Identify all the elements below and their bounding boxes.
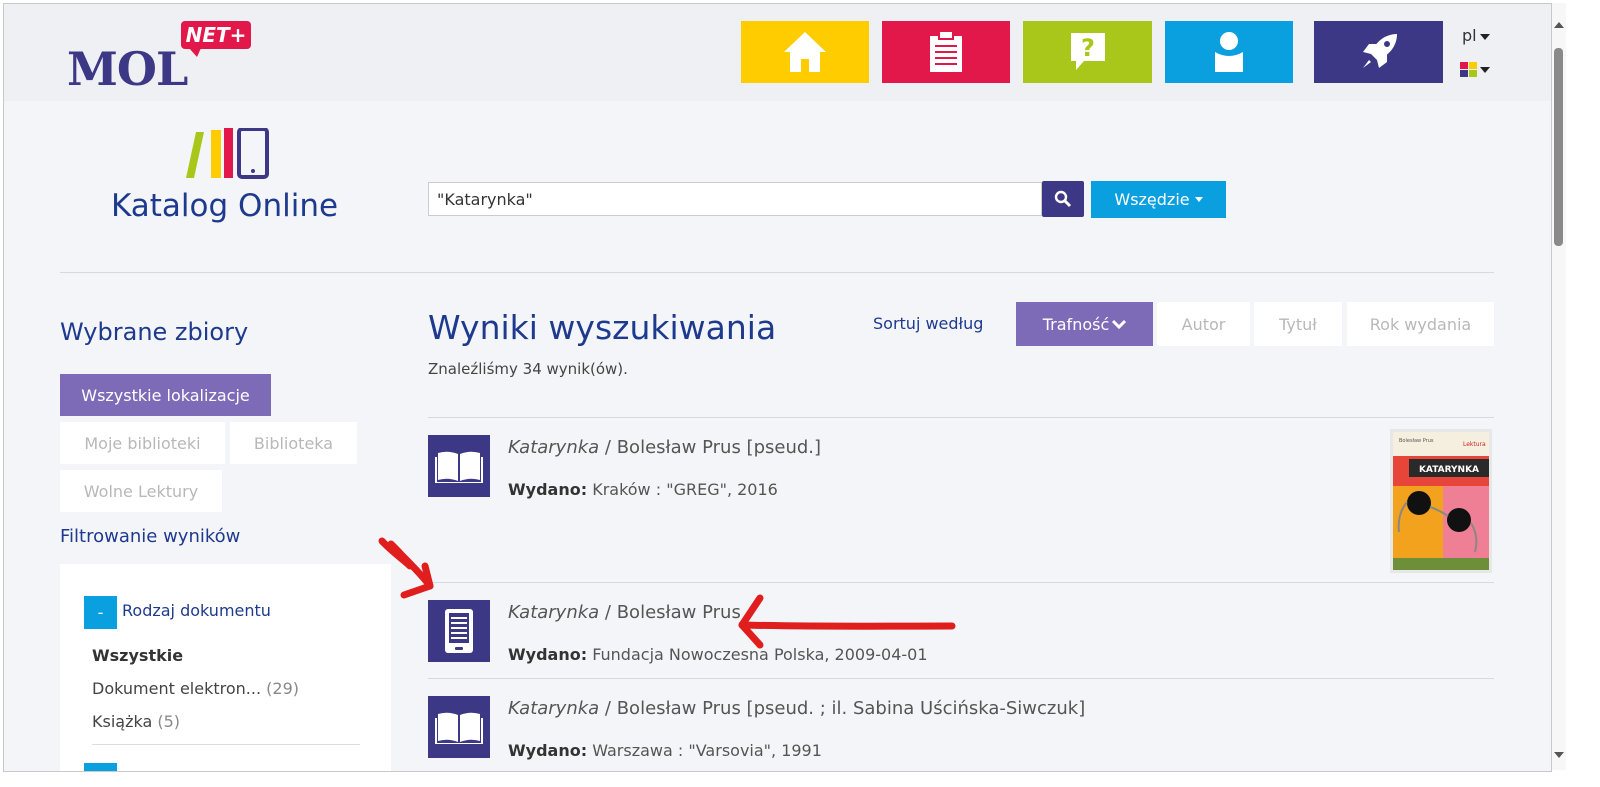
result-published: Wydano: Kraków : "GREG", 2016	[508, 480, 778, 499]
language-label: pl	[1462, 26, 1477, 45]
mol-net-badge: NET+	[181, 21, 251, 57]
sort-year-button[interactable]: Rok wydania	[1347, 302, 1494, 346]
result-published: Wydano: Warszawa : "Varsovia", 1991	[508, 741, 822, 760]
facet-all[interactable]: Wszystkie	[92, 646, 183, 665]
mol-logo[interactable]: MOL	[67, 42, 188, 96]
free-readings-button[interactable]: Wolne Lektury	[60, 470, 222, 512]
results-title: Wyniki wyszukiwania	[428, 308, 777, 347]
facet-label: Wszystkie	[92, 646, 184, 665]
result-type-book[interactable]	[428, 435, 490, 497]
search-input[interactable]	[428, 182, 1042, 216]
divider	[92, 744, 360, 745]
library-button[interactable]: Biblioteka	[230, 422, 357, 464]
my-libraries-button[interactable]: Moje biblioteki	[60, 422, 225, 464]
home-icon	[784, 32, 826, 72]
result-title-link[interactable]: Katarynka / Bolesław Prus [pseud.]	[508, 437, 821, 458]
result-type-book[interactable]	[428, 696, 490, 758]
ebook-reader-icon	[445, 609, 473, 653]
scrollbar-thumb[interactable]	[1554, 48, 1563, 246]
facet-label: Dokument elektron...	[92, 679, 262, 698]
published-value: Fundacja Nowoczesna Polska, 2009-04-01	[587, 645, 928, 664]
search-button[interactable]	[1042, 181, 1084, 217]
book-cover-image[interactable]: Bolesław Prus Lektura KATARYNKA	[1390, 429, 1492, 573]
chevron-down-icon	[1479, 33, 1490, 40]
search-icon	[1054, 190, 1072, 208]
facet-label: Książka	[92, 712, 153, 731]
facet-count: (29)	[266, 679, 299, 698]
cover-series: Lektura	[1463, 441, 1486, 448]
svg-text:?: ?	[1081, 34, 1095, 62]
user-icon	[1215, 32, 1243, 72]
divider	[428, 678, 1494, 679]
catalog-title: Katalog Online	[111, 188, 339, 224]
result-published: Wydano: Fundacja Nowoczesna Polska, 2009…	[508, 645, 928, 664]
reservations-button[interactable]	[882, 21, 1010, 83]
sort-relevance-label: Trafność	[1042, 314, 1110, 334]
result-author: / Bolesław Prus [pseud.]	[599, 437, 822, 458]
result-type-ebook[interactable]	[428, 600, 490, 662]
search-scope-label: Wszędzie	[1114, 190, 1190, 209]
result-title-link[interactable]: Katarynka / Bolesław Prus	[508, 602, 741, 623]
facet-book[interactable]: Książka (5)	[92, 712, 180, 731]
sort-author-button[interactable]: Autor	[1157, 302, 1250, 346]
cover-title: KATARYNKA	[1419, 465, 1479, 475]
published-label: Wydano:	[508, 741, 588, 760]
result-title: Katarynka	[508, 437, 600, 458]
cover-author: Bolesław Prus	[1399, 438, 1434, 444]
chevron-down-icon	[1112, 319, 1127, 330]
divider	[60, 272, 1494, 273]
published-value: Warszawa : "Varsovia", 1991	[587, 741, 822, 760]
result-author: / Bolesław Prus [pseud. ; il. Sabina Uśc…	[599, 698, 1086, 719]
results-count: Znaleźliśmy 34 wynik(ów).	[428, 360, 628, 378]
divider	[428, 582, 1494, 583]
sort-label: Sortuj według	[873, 314, 984, 333]
ebooks-button[interactable]	[1314, 21, 1443, 83]
search-scope-dropdown[interactable]: Wszędzie	[1091, 181, 1226, 218]
sort-relevance-button[interactable]: Trafność	[1016, 302, 1153, 346]
account-button[interactable]	[1165, 21, 1293, 83]
facet-electronic-document[interactable]: Dokument elektron... (29)	[92, 679, 299, 698]
sort-title-button[interactable]: Tytuł	[1254, 302, 1342, 346]
rocket-icon	[1362, 34, 1397, 68]
scroll-down-arrow-icon[interactable]	[1554, 752, 1564, 758]
chevron-down-icon	[1480, 66, 1490, 73]
language-selector[interactable]: pl	[1462, 26, 1490, 45]
published-label: Wydano:	[508, 645, 588, 664]
clipboard-icon	[930, 30, 962, 72]
result-title: Katarynka	[508, 698, 600, 719]
cover-art: Bolesław Prus Lektura KATARYNKA	[1393, 432, 1489, 570]
published-value: Kraków : "GREG", 2016	[587, 480, 778, 499]
top-bar: MOL NET+ ? pl	[4, 4, 1551, 101]
collapse-filter-button[interactable]: -	[84, 596, 117, 629]
help-button[interactable]: ?	[1023, 21, 1152, 83]
color-grid-icon	[1460, 62, 1477, 77]
divider	[428, 417, 1494, 418]
book-icon	[435, 712, 483, 744]
collections-title: Wybrane zbiory	[60, 318, 249, 346]
filter-group-document-type[interactable]: Rodzaj dokumentu	[122, 601, 271, 620]
next-filter-toggle[interactable]	[84, 763, 117, 771]
result-title: Katarynka	[508, 602, 600, 623]
book-icon	[435, 451, 483, 483]
published-label: Wydano:	[508, 480, 588, 499]
result-title-link[interactable]: Katarynka / Bolesław Prus [pseud. ; il. …	[508, 698, 1085, 719]
katalog-logo-icon	[186, 128, 269, 179]
question-icon: ?	[1070, 33, 1105, 70]
all-locations-button[interactable]: Wszystkie lokalizacje	[60, 374, 271, 416]
theme-selector[interactable]	[1460, 62, 1490, 77]
facet-count: (5)	[157, 712, 181, 731]
scroll-up-arrow-icon[interactable]	[1554, 22, 1564, 28]
home-button[interactable]	[741, 21, 869, 83]
filter-title: Filtrowanie wyników	[60, 526, 241, 547]
chevron-down-icon	[1194, 197, 1203, 202]
result-author: / Bolesław Prus	[599, 602, 741, 623]
browser-viewport: MOL NET+ ? pl Katalog Online "Katarynka"…	[3, 3, 1552, 772]
